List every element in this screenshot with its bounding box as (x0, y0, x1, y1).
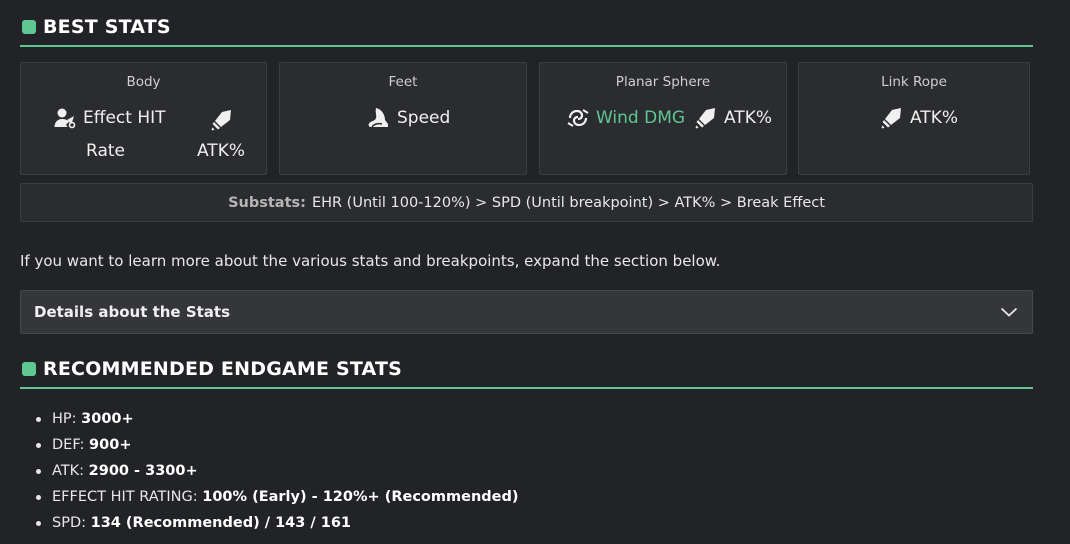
stat-name: HP: (52, 411, 77, 427)
stat-value: 134 (Recommended) / 143 / 161 (90, 515, 352, 531)
substats-label: Substats: (228, 194, 306, 211)
list-item: EFFECT HIT RATING: 100% (Early) - 120%+ … (34, 484, 518, 510)
heading-marker (22, 20, 36, 34)
stat-label: Speed (397, 108, 451, 128)
atk-sword-icon (880, 106, 904, 130)
stat-label: ATK% (724, 108, 772, 128)
stat-label: ATK% (910, 108, 958, 128)
intro-text: If you want to learn more about the vari… (20, 252, 721, 270)
wind-icon (566, 106, 590, 130)
effect-hit-rate-icon (53, 106, 77, 130)
accordion-title[interactable]: Details about the Stats (34, 303, 230, 321)
stat-speed: Speed (367, 106, 450, 130)
heading-marker (22, 362, 36, 376)
list-item: DEF: 900+ (34, 432, 518, 458)
recommended-stats-list: HP: 3000+ DEF: 900+ ATK: 2900 - 3300+ EF… (34, 406, 518, 536)
recommended-stats-title: RECOMMENDED ENDGAME STATS (43, 358, 403, 380)
stat-value: 2900 - 3300+ (88, 463, 198, 479)
list-item: ATK: 2900 - 3300+ (34, 458, 518, 484)
stat-name: ATK: (52, 463, 85, 479)
stat-label-line2: Rate (86, 141, 125, 161)
stat-label: Wind DMG (596, 108, 686, 128)
list-item: SPD: 134 (Recommended) / 143 / 161 (34, 510, 518, 536)
stat-atk-percent: ATK% (880, 106, 958, 130)
recommended-stats-heading: RECOMMENDED ENDGAME STATS (20, 357, 1033, 389)
stat-value: 100% (Early) - 120%+ (Recommended) (202, 489, 519, 505)
stat-card-planar-sphere: Planar Sphere Wind DMG ATK% (539, 62, 787, 175)
slot-label: Body (126, 74, 161, 90)
atk-sword-icon (694, 106, 718, 130)
best-stats-heading: BEST STATS (20, 15, 1033, 47)
stat-name: SPD: (52, 515, 86, 531)
stat-atk-percent: ATK% (694, 106, 772, 130)
stat-name: DEF: (52, 437, 85, 453)
stats-details-accordion[interactable]: Details about the Stats (20, 290, 1033, 334)
list-item: HP: 3000+ (34, 406, 518, 432)
slot-label: Planar Sphere (615, 74, 711, 90)
atk-sword-icon (210, 108, 234, 132)
stat-card-body: Body Effect HIT Rate ATK% (20, 62, 267, 175)
best-stats-title: BEST STATS (43, 16, 171, 38)
substats-value: EHR (Until 100-120%) > SPD (Until breakp… (311, 194, 825, 211)
stat-card-link-rope: Link Rope ATK% (798, 62, 1030, 175)
stat-card-feet: Feet Speed (279, 62, 527, 175)
substats-bar: Substats: EHR (Until 100-120%) > SPD (Un… (20, 183, 1033, 222)
stat-atk-percent: ATK% (197, 141, 245, 161)
stat-label: Effect HIT (83, 108, 166, 128)
stat-name: EFFECT HIT RATING: (52, 489, 198, 505)
stat-value: 900+ (89, 437, 132, 453)
stat-effect-hit-rate: Effect HIT (53, 106, 166, 130)
slot-label: Feet (388, 74, 418, 90)
stat-wind-dmg: Wind DMG (566, 106, 685, 130)
stat-value: 3000+ (81, 411, 134, 427)
chevron-down-icon[interactable] (1000, 306, 1018, 318)
slot-label: Link Rope (881, 74, 947, 90)
speed-boot-icon (367, 106, 391, 130)
